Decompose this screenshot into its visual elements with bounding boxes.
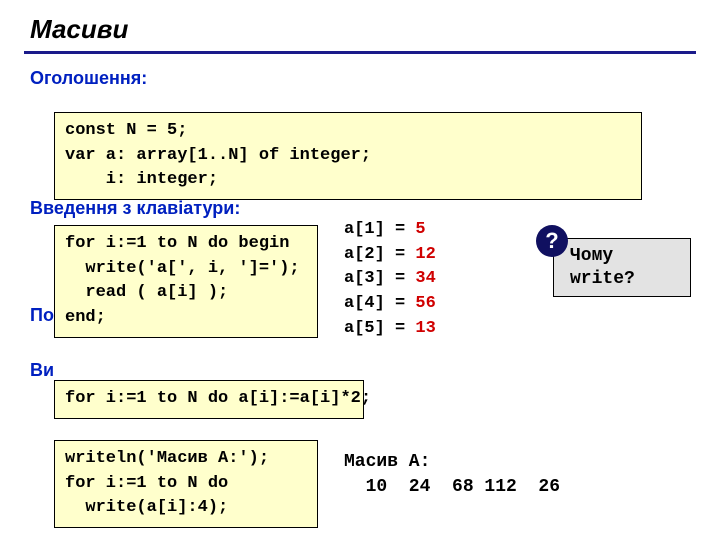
output-line: 10 24 68 112 26 <box>344 477 560 497</box>
code-line: const N = 5; <box>65 121 187 140</box>
array-values: a[1] = 5a[2] = 12a[3] = 34a[4] = 56a[5] … <box>344 218 436 341</box>
callout-why-write: ? Чому write? <box>553 238 691 297</box>
title-divider <box>24 51 696 54</box>
array-val: 12 <box>415 245 435 264</box>
section-poelem-prefix: По <box>30 305 54 326</box>
code-line: read ( a[i] ); <box>65 283 228 302</box>
array-value-row: a[1] = 5 <box>344 218 436 243</box>
code-line: for i:=1 to N do <box>65 474 238 493</box>
question-icon: ? <box>536 225 568 257</box>
code-line: var a: array[1..N] of integer; <box>65 146 371 165</box>
array-val: 34 <box>415 269 435 288</box>
array-key: a[1] = <box>344 220 415 239</box>
output-line: Масив A: <box>344 452 430 472</box>
code-line: end; <box>65 308 106 327</box>
callout-line-2: write? <box>570 268 684 291</box>
array-val: 5 <box>415 220 425 239</box>
section-output-prefix: Ви <box>30 360 54 381</box>
code-line: i: integer; <box>65 170 218 189</box>
code-line: writeln('Масив A:'); <box>65 449 269 468</box>
callout-line-1: Чому <box>570 245 684 268</box>
array-val: 56 <box>415 294 435 313</box>
array-key: a[2] = <box>344 245 415 264</box>
section-declaration: Оголошення: <box>0 68 720 89</box>
section-input: Введення з клавіатури: <box>30 198 240 219</box>
code-double-loop: for i:=1 to N do a[i]:=a[i]*2; <box>54 380 364 419</box>
array-key: a[4] = <box>344 294 415 313</box>
array-key: a[5] = <box>344 319 415 338</box>
page-title: Масиви <box>0 0 720 51</box>
array-val: 13 <box>415 319 435 338</box>
code-declaration: const N = 5; var a: array[1..N] of integ… <box>54 112 642 200</box>
code-line: for i:=1 to N do a[i]:=a[i]*2; <box>65 389 371 408</box>
program-output: Масив A: 10 24 68 112 26 <box>344 450 560 500</box>
array-key: a[3] = <box>344 269 415 288</box>
array-value-row: a[4] = 56 <box>344 292 436 317</box>
code-line: write('a[', i, ']='); <box>65 259 300 278</box>
array-value-row: a[3] = 34 <box>344 267 436 292</box>
array-value-row: a[2] = 12 <box>344 243 436 268</box>
code-print-loop: writeln('Масив A:'); for i:=1 to N do wr… <box>54 440 318 528</box>
code-line: write(a[i]:4); <box>65 498 228 517</box>
code-line: for i:=1 to N do begin <box>65 234 289 253</box>
code-read-loop: for i:=1 to N do begin write('a[', i, ']… <box>54 225 318 338</box>
array-value-row: a[5] = 13 <box>344 317 436 342</box>
